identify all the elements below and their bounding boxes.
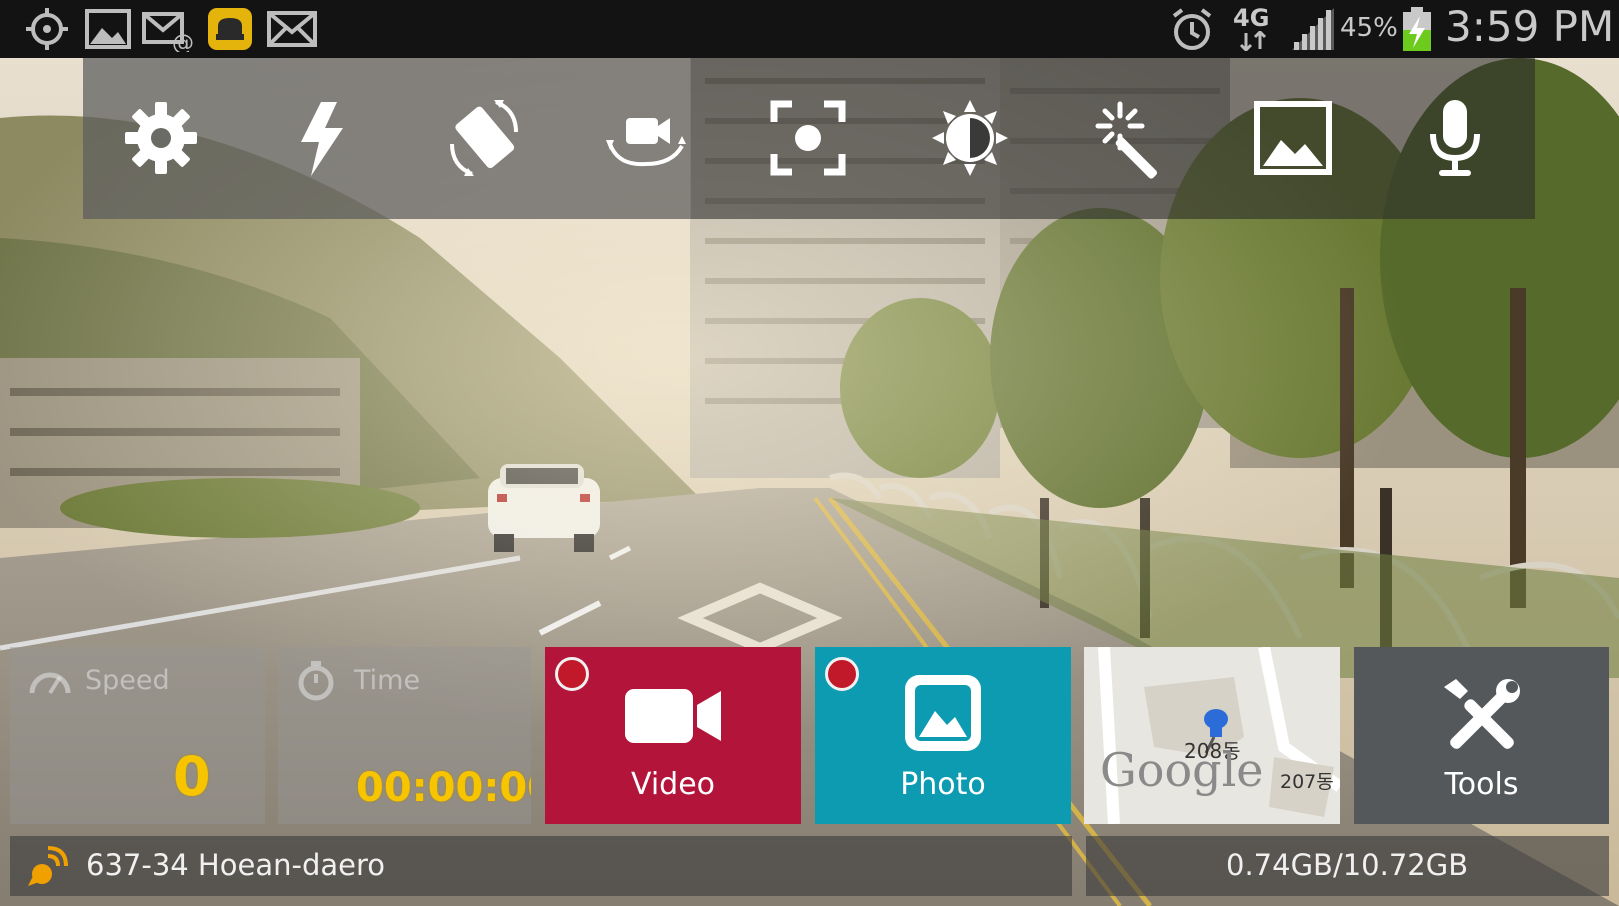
photo-label: Photo <box>900 767 986 802</box>
microphone-icon <box>1430 100 1480 176</box>
exposure-icon <box>932 100 1008 176</box>
tools-button[interactable]: Tools <box>1354 647 1609 824</box>
photo-capture-button[interactable]: Photo <box>815 647 1071 824</box>
video-label: Video <box>630 767 716 802</box>
video-record-button[interactable]: Video <box>545 647 801 824</box>
status-bar: @ 4G 45% 3:59 PM <box>0 0 1619 58</box>
battery-charging-icon <box>1403 7 1431 51</box>
current-address: 637-34 Hoean-daero <box>86 848 385 882</box>
email-at-icon: @ <box>142 12 194 52</box>
gps-signal-icon <box>28 846 68 886</box>
speed-value: 0 <box>173 745 211 808</box>
switch-camera-button[interactable] <box>596 88 696 188</box>
focus-button[interactable] <box>758 88 858 188</box>
gallery-button[interactable] <box>1243 88 1343 188</box>
gear-icon <box>125 102 197 174</box>
switch-camera-icon <box>606 118 686 167</box>
signal-icon <box>1292 8 1334 50</box>
data-arrows-icon <box>1239 31 1267 51</box>
time-title: Time <box>354 665 421 696</box>
alarm-icon <box>1172 8 1212 50</box>
svg-text:@: @ <box>172 31 194 52</box>
flash-icon <box>301 102 343 176</box>
effects-button[interactable] <box>1082 88 1182 188</box>
camera-settings-toolbar <box>83 58 1535 219</box>
video-camera-icon <box>625 689 721 743</box>
battery-percent: 45% <box>1340 13 1398 43</box>
map-tile[interactable]: 208동 Google 207동 <box>1084 647 1340 824</box>
storage-bar: 0.74GB/10.72GB <box>1086 836 1609 896</box>
gallery-icon <box>85 9 131 49</box>
mail-icon <box>267 11 317 47</box>
tools-label: Tools <box>1444 767 1519 802</box>
map-building-label-207: 207동 <box>1280 771 1334 793</box>
image-icon <box>1254 101 1332 175</box>
voice-button[interactable] <box>1405 88 1505 188</box>
tools-icon <box>1444 679 1520 749</box>
google-logo: Google <box>1100 743 1264 797</box>
car-app-icon <box>208 8 252 50</box>
record-indicator <box>555 657 589 691</box>
time-value: 00:00:00 <box>356 765 531 811</box>
focus-icon <box>770 100 846 176</box>
exposure-button[interactable] <box>920 88 1020 188</box>
time-tile: Time 00:00:00 <box>278 647 531 824</box>
rotate-screen-icon <box>450 100 518 176</box>
photo-icon <box>905 675 981 751</box>
rotate-screen-button[interactable] <box>434 88 534 188</box>
storage-usage: 0.74GB/10.72GB <box>1226 848 1469 882</box>
speedometer-icon <box>29 672 71 695</box>
gps-icon <box>26 8 68 50</box>
network-type: 4G <box>1233 4 1270 32</box>
photo-indicator <box>825 657 859 691</box>
flash-button[interactable] <box>273 88 373 188</box>
location-bar: 637-34 Hoean-daero <box>10 836 1072 896</box>
speed-title: Speed <box>85 665 170 696</box>
stopwatch-icon <box>298 661 334 701</box>
speed-tile: Speed 0 <box>10 647 265 824</box>
magic-wand-icon <box>1095 101 1158 179</box>
settings-button[interactable] <box>111 88 211 188</box>
clock: 3:59 PM <box>1445 2 1615 51</box>
